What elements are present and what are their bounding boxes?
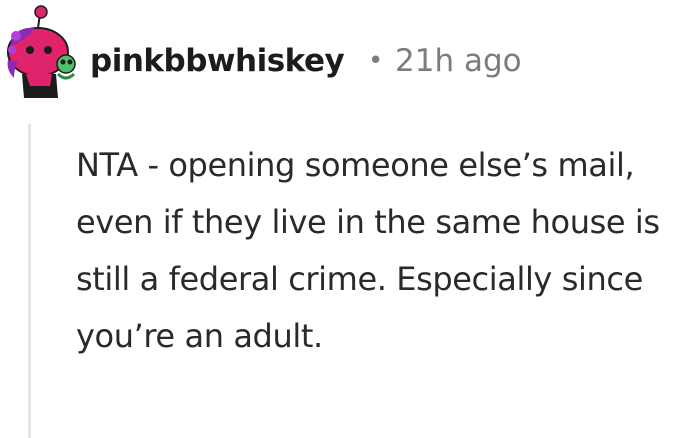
comment-body: NTA - opening someone else’s mail, even … xyxy=(76,146,660,355)
comment: pinkbbwhiskey • 21h ago NTA - opening so… xyxy=(0,0,700,438)
comment-header: pinkbbwhiskey • 21h ago xyxy=(0,0,700,110)
thread-line[interactable] xyxy=(28,124,31,438)
snoo-avatar-icon[interactable] xyxy=(0,0,88,104)
username[interactable]: pinkbbwhiskey xyxy=(90,41,345,81)
separator-dot: • xyxy=(368,46,384,76)
timestamp[interactable]: 21h ago xyxy=(395,41,522,81)
